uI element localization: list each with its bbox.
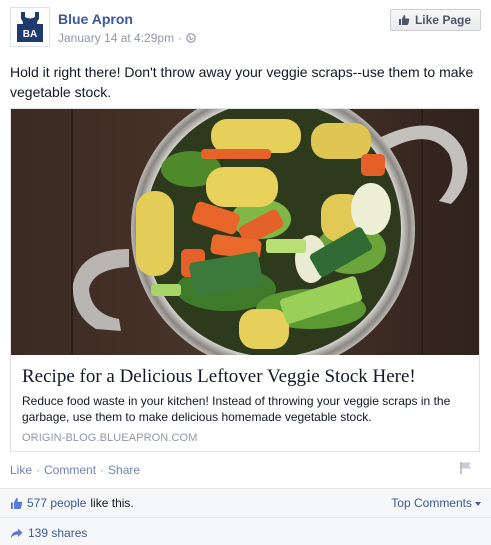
shares-bar: 139 shares [0, 517, 491, 545]
globe-icon[interactable] [186, 33, 196, 43]
thumbs-up-icon [398, 15, 410, 25]
likes-summary-bar: 577 people like this. Top Comments [0, 488, 491, 517]
facebook-post: BA Blue Apron January 14 at 4:29pm · Lik… [0, 0, 491, 545]
link-attachment[interactable]: Recipe for a Delicious Leftover Veggie S… [10, 108, 480, 452]
action-separator: · [36, 463, 41, 477]
top-comments-label: Top Comments [391, 496, 472, 510]
post-actions: Like · Comment · Share [10, 463, 140, 477]
attachment-description: Reduce food waste in your kitchen! Inste… [22, 394, 451, 424]
thumbs-up-icon [11, 497, 23, 509]
attachment-title[interactable]: Recipe for a Delicious Leftover Veggie S… [22, 366, 472, 388]
chevron-down-icon [475, 502, 481, 506]
post-message: Hold it right there! Don't throw away yo… [10, 64, 474, 100]
page-avatar[interactable]: BA [10, 7, 50, 47]
likes-count-link[interactable]: 577 people [27, 496, 86, 510]
meta-separator: · [178, 31, 183, 45]
likes-summary: 577 people like this. [10, 496, 134, 510]
flag-icon[interactable] [459, 461, 473, 475]
attachment-domain: ORIGIN-BLOG.BLUEAPRON.COM [22, 432, 198, 444]
like-page-button[interactable]: Like Page [389, 9, 481, 31]
blue-apron-logo-icon: BA [11, 8, 49, 46]
veggie-stock-pot-image [11, 109, 479, 355]
action-separator: · [100, 463, 105, 477]
like-page-label: Like Page [414, 13, 471, 27]
attachment-image[interactable] [11, 109, 479, 355]
top-comments-dropdown[interactable]: Top Comments [391, 496, 481, 510]
shares-link[interactable]: 139 shares [10, 526, 87, 540]
like-action[interactable]: Like [10, 463, 32, 477]
post-timestamp[interactable]: January 14 at 4:29pm [58, 31, 174, 45]
post-header: BA Blue Apron January 14 at 4:29pm · Lik… [10, 7, 481, 51]
comment-action[interactable]: Comment [44, 463, 96, 477]
post-meta: January 14 at 4:29pm · [58, 31, 196, 45]
likes-suffix: like this. [90, 496, 134, 510]
share-arrow-icon [10, 528, 23, 538]
page-name-link[interactable]: Blue Apron [58, 11, 133, 27]
svg-text:BA: BA [23, 29, 37, 40]
shares-count: 139 shares [28, 526, 88, 540]
share-action[interactable]: Share [108, 463, 140, 477]
